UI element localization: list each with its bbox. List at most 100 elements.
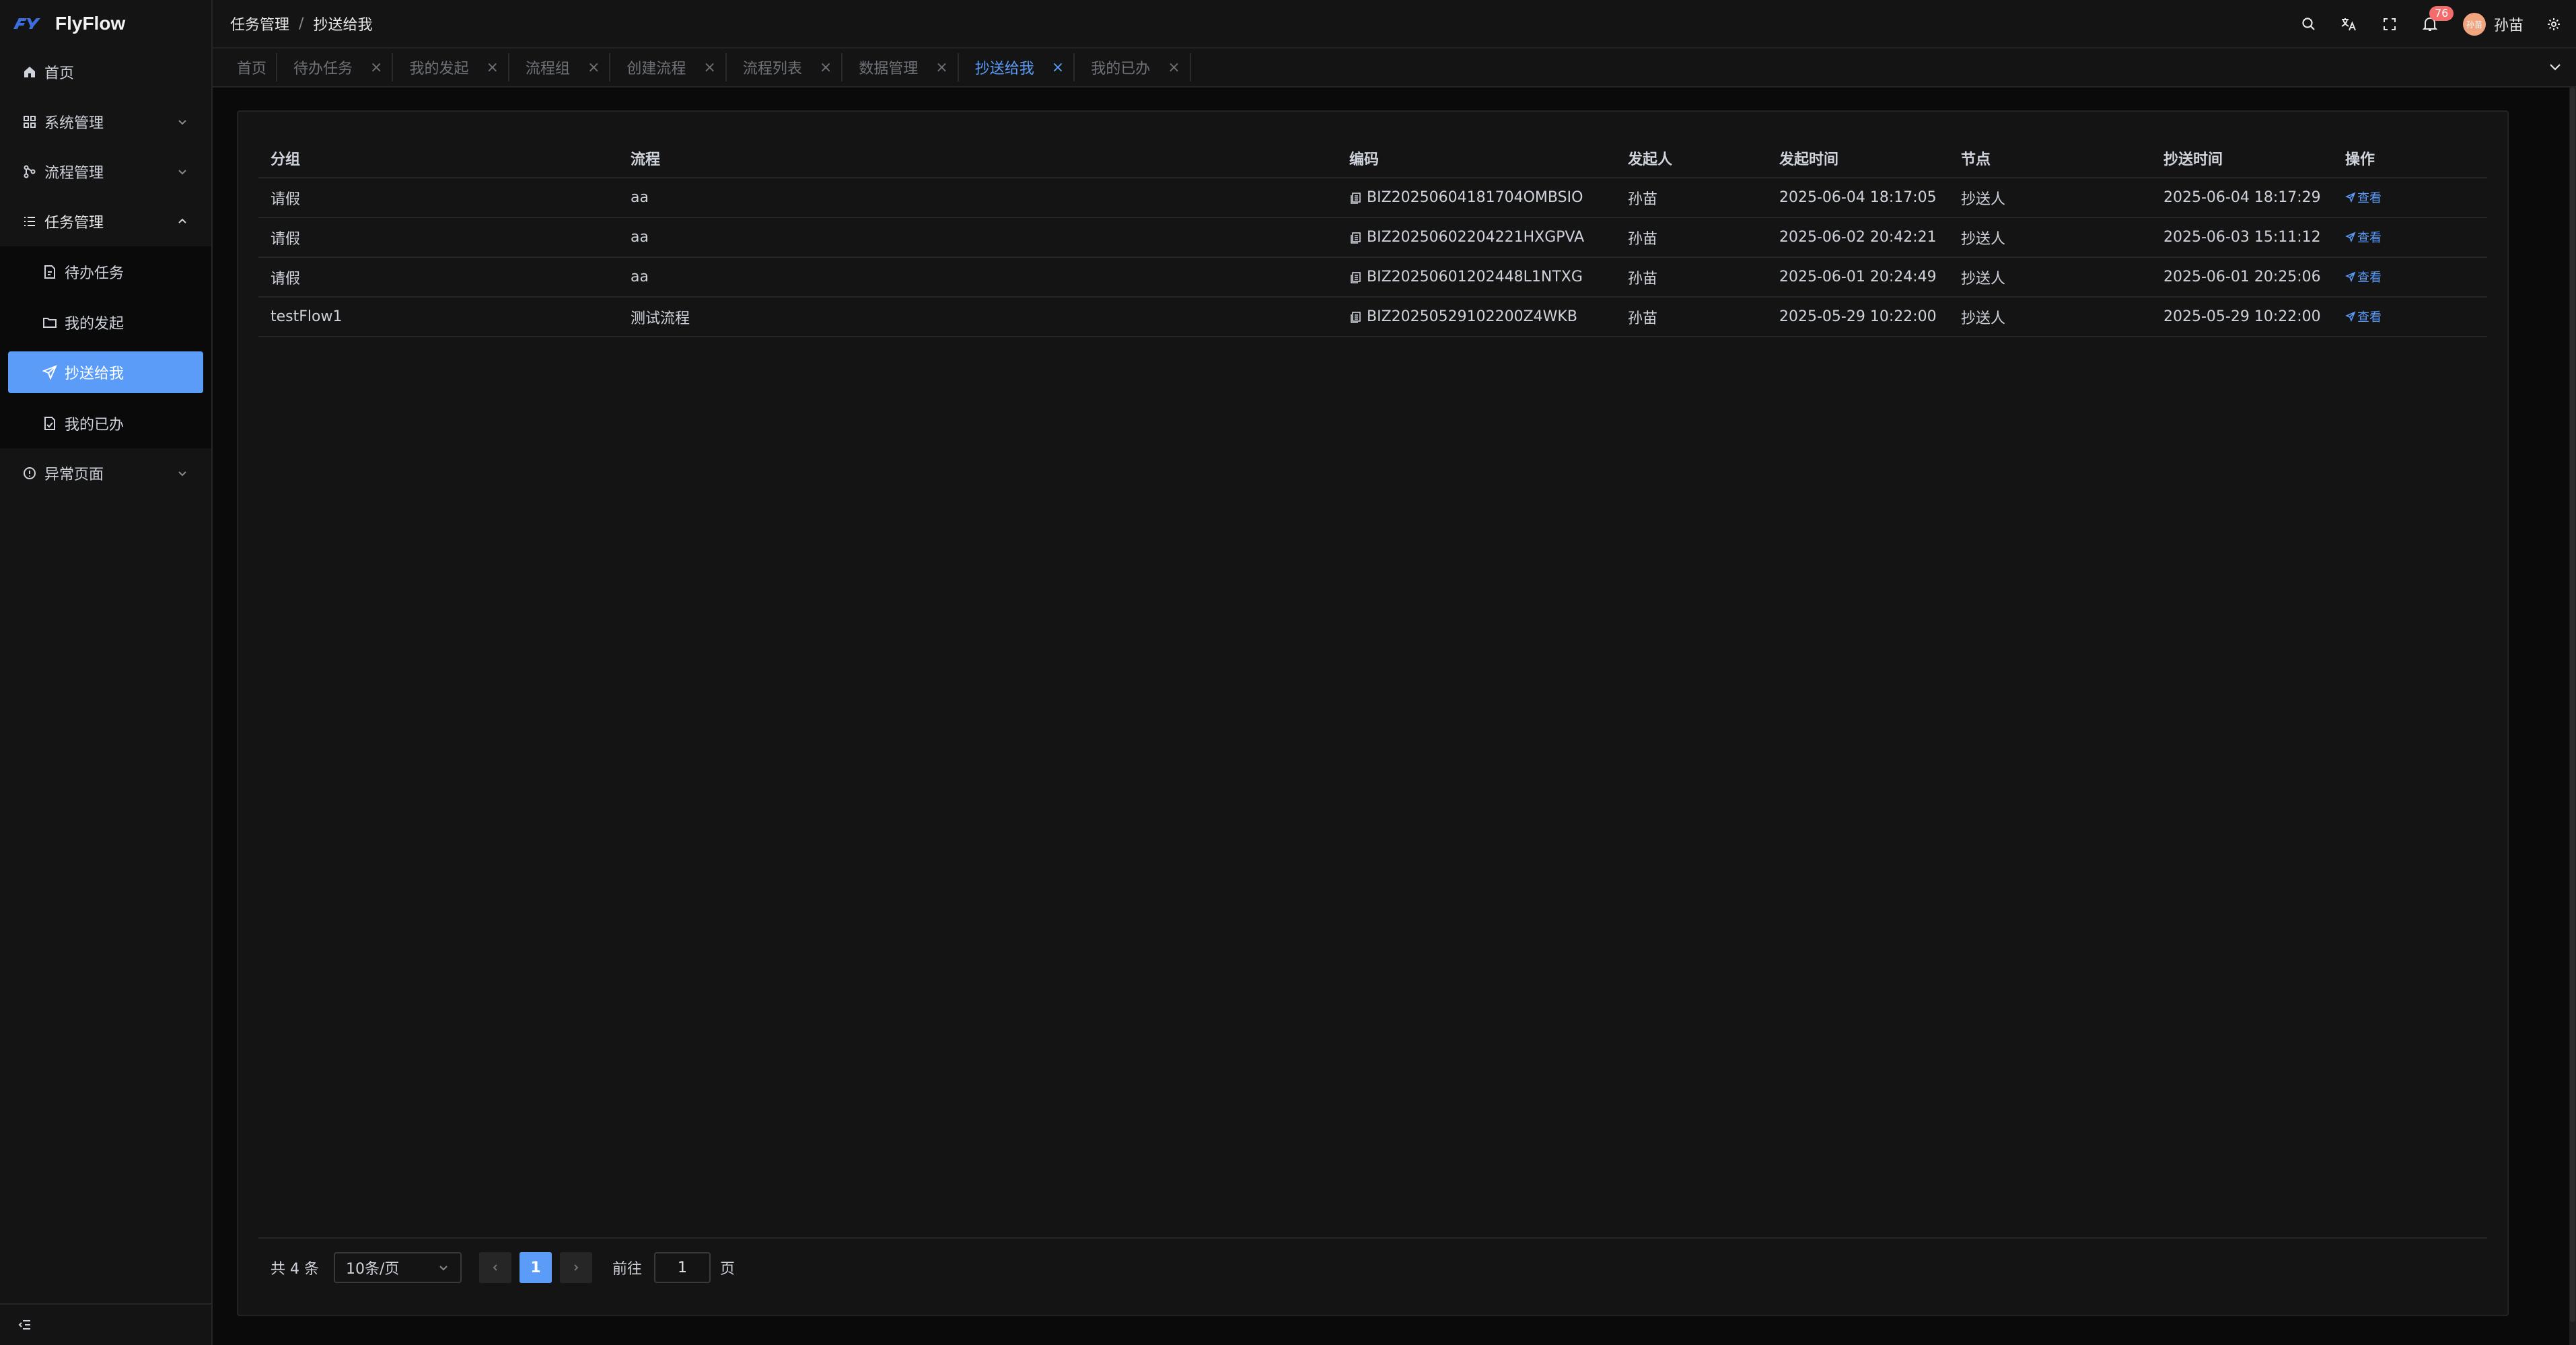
main-content: 分组 流程 编码 发起人 发起时间 节点 抄送时间 操作 请假 aa BIZ20… bbox=[213, 88, 2576, 1345]
close-icon[interactable]: × bbox=[587, 59, 600, 76]
column-header: 发起人 bbox=[1616, 139, 1767, 178]
cell-group: 请假 bbox=[258, 178, 618, 218]
sidebar-item-exception[interactable]: 异常页面 bbox=[0, 448, 211, 498]
column-header: 抄送时间 bbox=[2151, 139, 2333, 178]
chevron-down-icon bbox=[178, 120, 186, 125]
cell-group: 请假 bbox=[258, 217, 618, 258]
translate-icon[interactable] bbox=[2339, 14, 2359, 34]
scrollbar[interactable] bbox=[2569, 88, 2576, 1345]
copy-icon[interactable] bbox=[1349, 231, 1363, 244]
sidebar-item-flow[interactable]: 流程管理 bbox=[0, 147, 211, 197]
tab-data-manage[interactable]: 数据管理 × bbox=[843, 53, 959, 81]
table-row: 请假 aa BIZ20250602204221HXGPVA 孙苗 2025-06… bbox=[258, 217, 2487, 258]
cell-group: 请假 bbox=[258, 257, 618, 298]
cell-action: 查看 bbox=[2333, 297, 2487, 337]
tab-label: 我的已办 bbox=[1091, 61, 1151, 77]
cell-initiator: 孙苗 bbox=[1616, 178, 1767, 218]
tab-flow-list[interactable]: 流程列表 × bbox=[727, 53, 843, 81]
goto-label: 前往 bbox=[612, 1261, 642, 1278]
view-button[interactable]: 查看 bbox=[2345, 228, 2382, 246]
close-icon[interactable]: × bbox=[820, 59, 832, 76]
logo[interactable]: FlyFlow bbox=[0, 0, 211, 47]
code-text: BIZ20250604181704OMBSIO bbox=[1367, 189, 1583, 206]
sidebar-item-todo[interactable]: 待办任务 bbox=[0, 246, 211, 297]
cell-node: 抄送人 bbox=[1949, 297, 2151, 337]
notification-bell[interactable]: 76 bbox=[2420, 6, 2454, 34]
settings-gear-icon[interactable] bbox=[2544, 14, 2564, 34]
view-button[interactable]: 查看 bbox=[2345, 308, 2382, 325]
cc-table: 分组 流程 编码 发起人 发起时间 节点 抄送时间 操作 请假 aa BIZ20… bbox=[258, 139, 2487, 337]
table-row: 请假 aa BIZ20250601202448L1NTXG 孙苗 2025-06… bbox=[258, 257, 2487, 298]
view-label: 查看 bbox=[2357, 231, 2382, 245]
sidebar: FlyFlow 首页 系统管理 流程管理 任务管理 待办任务 我的发起 抄送给我… bbox=[0, 0, 213, 1345]
tab-label: 首页 bbox=[237, 61, 267, 77]
close-icon[interactable]: × bbox=[1168, 59, 1180, 76]
sidebar-item-home[interactable]: 首页 bbox=[0, 47, 211, 97]
sidebar-item-done[interactable]: 我的已办 bbox=[0, 398, 211, 448]
cell-cc-time: 2025-06-03 15:11:12 bbox=[2151, 217, 2333, 258]
chevron-down-icon bbox=[439, 1266, 448, 1271]
scrollbar-thumb[interactable] bbox=[2570, 88, 2575, 1322]
sidebar-item-label: 待办任务 bbox=[65, 265, 124, 282]
cell-flow: 测试流程 bbox=[618, 297, 1337, 337]
breadcrumb-item[interactable]: 任务管理 bbox=[230, 13, 289, 34]
copy-icon[interactable] bbox=[1349, 310, 1363, 324]
column-header: 流程 bbox=[618, 139, 1337, 178]
cell-action: 查看 bbox=[2333, 217, 2487, 258]
list-icon bbox=[22, 213, 38, 230]
tab-label: 数据管理 bbox=[859, 61, 919, 77]
cell-action: 查看 bbox=[2333, 257, 2487, 298]
send-icon bbox=[2345, 232, 2356, 242]
cell-start-time: 2025-06-04 18:17:05 bbox=[1767, 178, 1949, 218]
close-icon[interactable]: × bbox=[370, 59, 382, 76]
user-menu[interactable]: 孙苗 孙苗 bbox=[2462, 13, 2524, 36]
username: 孙苗 bbox=[2493, 18, 2524, 34]
tab-cc-me[interactable]: 抄送给我 × bbox=[959, 53, 1075, 81]
copy-icon[interactable] bbox=[1349, 271, 1363, 284]
tab-my-started[interactable]: 我的发起 × bbox=[393, 53, 509, 81]
breadcrumb-item: 抄送给我 bbox=[313, 17, 373, 34]
cell-flow: aa bbox=[618, 217, 1337, 258]
close-icon[interactable]: × bbox=[1052, 59, 1064, 76]
sidebar-item-my-started[interactable]: 我的发起 bbox=[0, 297, 211, 347]
sidebar-item-label: 任务管理 bbox=[44, 215, 104, 232]
close-icon[interactable]: × bbox=[703, 59, 715, 76]
sidebar-item-cc-me[interactable]: 抄送给我 bbox=[8, 351, 203, 393]
copy-icon[interactable] bbox=[1349, 191, 1363, 205]
tab-label: 抄送给我 bbox=[974, 61, 1034, 77]
sidebar-item-label: 我的发起 bbox=[65, 315, 124, 333]
view-button[interactable]: 查看 bbox=[2345, 188, 2382, 206]
cell-start-time: 2025-06-02 20:42:21 bbox=[1767, 217, 1949, 258]
sidebar-item-label: 系统管理 bbox=[44, 115, 104, 132]
tab-flow-group[interactable]: 流程组 × bbox=[509, 53, 611, 81]
view-button[interactable]: 查看 bbox=[2345, 268, 2382, 285]
prev-page-button[interactable] bbox=[478, 1252, 511, 1283]
code-text: BIZ20250529102200Z4WKB bbox=[1367, 308, 1577, 325]
sidebar-item-system[interactable]: 系统管理 bbox=[0, 97, 211, 147]
cell-code: BIZ20250529102200Z4WKB bbox=[1337, 297, 1616, 337]
close-icon[interactable]: × bbox=[935, 59, 947, 76]
tab-home[interactable]: 首页 bbox=[221, 53, 278, 81]
tab-done[interactable]: 我的已办 × bbox=[1075, 53, 1191, 81]
chevron-down-icon[interactable] bbox=[2546, 58, 2564, 75]
page-size-value: 10条/页 bbox=[345, 1261, 400, 1278]
view-label: 查看 bbox=[2357, 191, 2382, 205]
page-size-select[interactable]: 10条/页 bbox=[333, 1252, 462, 1283]
table-header-row: 分组 流程 编码 发起人 发起时间 节点 抄送时间 操作 bbox=[258, 139, 2487, 178]
notification-badge: 76 bbox=[2429, 6, 2454, 21]
column-header: 发起时间 bbox=[1767, 139, 1949, 178]
search-icon[interactable] bbox=[2299, 14, 2319, 34]
app-name: FlyFlow bbox=[55, 13, 126, 34]
goto-page-input[interactable]: 1 bbox=[654, 1252, 711, 1283]
tab-label: 流程组 bbox=[525, 61, 570, 77]
page-number-button[interactable]: 1 bbox=[519, 1252, 552, 1283]
sidebar-item-task[interactable]: 任务管理 bbox=[0, 197, 211, 246]
close-icon[interactable]: × bbox=[486, 59, 498, 76]
sidebar-collapse-button[interactable] bbox=[0, 1303, 211, 1345]
tab-todo[interactable]: 待办任务 × bbox=[277, 53, 394, 81]
column-header: 分组 bbox=[258, 139, 618, 178]
tab-label: 流程列表 bbox=[742, 61, 802, 77]
next-page-button[interactable] bbox=[559, 1252, 592, 1283]
tab-create-flow[interactable]: 创建流程 × bbox=[610, 53, 727, 81]
fullscreen-icon[interactable] bbox=[2380, 14, 2400, 34]
